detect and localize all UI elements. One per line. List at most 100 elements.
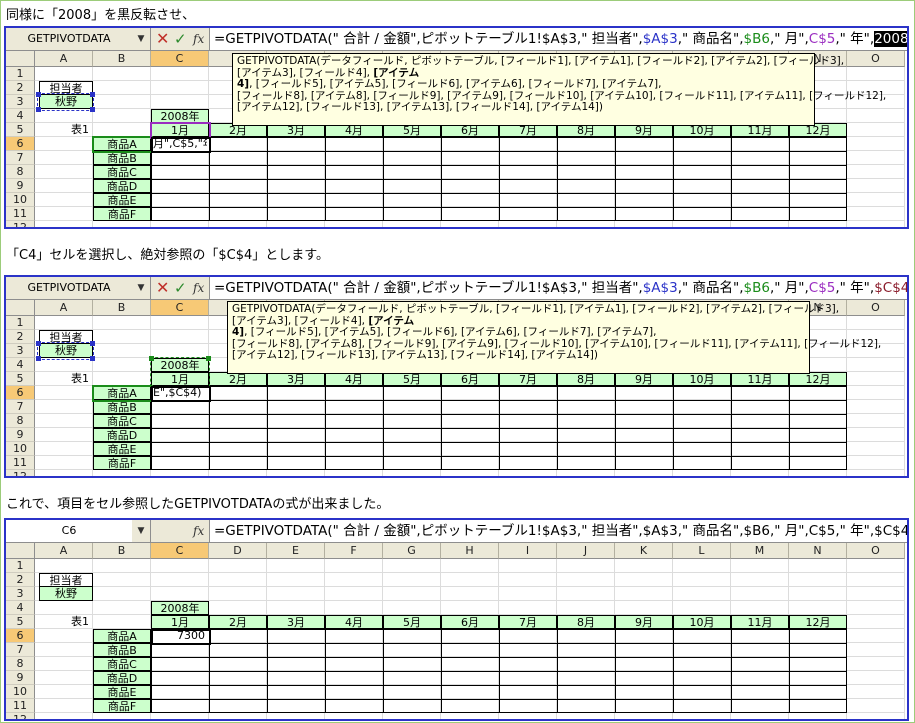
- row-header-2[interactable]: 2: [6, 81, 35, 95]
- month-header-cell[interactable]: 9月: [615, 372, 673, 386]
- product-row-header[interactable]: 商品E: [93, 442, 151, 456]
- product-row-header[interactable]: 商品E: [93, 193, 151, 207]
- range-handle[interactable]: [206, 356, 211, 361]
- product-row-header[interactable]: 商品B: [93, 151, 151, 165]
- row-header-6[interactable]: 6: [6, 629, 35, 643]
- column-header-a[interactable]: A: [35, 51, 93, 67]
- row-header-5[interactable]: 5: [6, 615, 35, 629]
- row-header-7[interactable]: 7: [6, 151, 35, 165]
- month-header-cell[interactable]: 1月: [151, 615, 209, 629]
- month-header-cell[interactable]: 3月: [267, 615, 325, 629]
- row-header-3[interactable]: 3: [6, 95, 35, 109]
- column-header-e[interactable]: E: [267, 543, 325, 559]
- column-header-a[interactable]: A: [35, 543, 93, 559]
- column-header-c[interactable]: C: [151, 51, 209, 67]
- column-header-d[interactable]: D: [209, 543, 267, 559]
- product-row-header[interactable]: 商品E: [93, 685, 151, 699]
- product-row-header[interactable]: 商品B: [93, 400, 151, 414]
- month-header-cell[interactable]: 7月: [499, 372, 557, 386]
- cell-value[interactable]: 7300: [151, 629, 207, 643]
- month-header-cell[interactable]: 6月: [441, 615, 499, 629]
- product-row-header[interactable]: 商品D: [93, 179, 151, 193]
- row-header-1[interactable]: 1: [6, 559, 35, 573]
- month-header-cell[interactable]: 3月: [267, 372, 325, 386]
- row-header-8[interactable]: 8: [6, 657, 35, 671]
- select-all-corner[interactable]: [6, 300, 35, 316]
- row-header-6[interactable]: 6: [6, 137, 35, 151]
- month-header-cell[interactable]: 11月: [731, 372, 789, 386]
- product-row-header[interactable]: 商品F: [93, 699, 151, 713]
- month-header-cell[interactable]: 2月: [209, 615, 267, 629]
- column-header-j[interactable]: J: [557, 543, 615, 559]
- name-box-dropdown-icon[interactable]: ▼: [132, 277, 151, 299]
- product-row-header[interactable]: 商品F: [93, 456, 151, 470]
- month-header-cell[interactable]: 5月: [383, 615, 441, 629]
- row-header-7[interactable]: 7: [6, 643, 35, 657]
- row-header-11[interactable]: 11: [6, 699, 35, 713]
- cell-edit-text[interactable]: 月",C$5,"年",: [153, 137, 207, 150]
- month-header-cell[interactable]: 11月: [731, 615, 789, 629]
- formula-input[interactable]: =GETPIVOTDATA(" 合計 / 金額",ピボットテーブル1!$A$3,…: [214, 277, 907, 299]
- row-header-11[interactable]: 11: [6, 207, 35, 221]
- row-header-11[interactable]: 11: [6, 456, 35, 470]
- filter-label-cell[interactable]: 担当者: [39, 573, 93, 587]
- row-header-4[interactable]: 4: [6, 601, 35, 615]
- month-header-cell[interactable]: 8月: [557, 615, 615, 629]
- row-header-4[interactable]: 4: [6, 358, 35, 372]
- column-header-i[interactable]: I: [499, 543, 557, 559]
- column-header-b[interactable]: B: [93, 300, 151, 316]
- month-header-cell[interactable]: 10月: [673, 615, 731, 629]
- row-header-5[interactable]: 5: [6, 123, 35, 137]
- month-header-cell[interactable]: 12月: [789, 615, 847, 629]
- month-header-cell[interactable]: 5月: [383, 372, 441, 386]
- range-handle[interactable]: [90, 107, 95, 112]
- insert-function-icon[interactable]: fx: [193, 277, 204, 299]
- range-handle[interactable]: [36, 341, 41, 346]
- range-handle[interactable]: [36, 107, 41, 112]
- row-header-3[interactable]: 3: [6, 344, 35, 358]
- column-header-o[interactable]: O: [847, 543, 905, 559]
- column-header-h[interactable]: H: [441, 543, 499, 559]
- product-row-header[interactable]: 商品A: [93, 629, 151, 643]
- row-header-10[interactable]: 10: [6, 442, 35, 456]
- row-header-12[interactable]: 12: [6, 221, 35, 227]
- month-header-cell[interactable]: 6月: [441, 372, 499, 386]
- range-handle[interactable]: [90, 92, 95, 97]
- row-header-1[interactable]: 1: [6, 316, 35, 330]
- column-header-k[interactable]: K: [615, 543, 673, 559]
- range-handle[interactable]: [36, 356, 41, 361]
- month-header-cell[interactable]: 7月: [499, 615, 557, 629]
- filter-value-cell[interactable]: 秋野: [39, 586, 93, 601]
- product-row-header[interactable]: 商品D: [93, 428, 151, 442]
- formula-input[interactable]: =GETPIVOTDATA(" 合計 / 金額",ピボットテーブル1!$A$3,…: [214, 520, 907, 542]
- product-row-header[interactable]: 商品B: [93, 643, 151, 657]
- row-header-6[interactable]: 6: [6, 386, 35, 400]
- column-header-g[interactable]: G: [383, 543, 441, 559]
- row-header-2[interactable]: 2: [6, 573, 35, 587]
- month-header-cell[interactable]: 10月: [673, 372, 731, 386]
- cell-edit-text[interactable]: E",$C$4): [153, 386, 207, 399]
- range-handle[interactable]: [90, 356, 95, 361]
- row-header-1[interactable]: 1: [6, 67, 35, 81]
- row-header-9[interactable]: 9: [6, 179, 35, 193]
- cancel-icon[interactable]: ✕: [156, 277, 169, 299]
- row-header-12[interactable]: 12: [6, 470, 35, 476]
- column-header-b[interactable]: B: [93, 51, 151, 67]
- name-box[interactable]: GETPIVOTDATA: [6, 277, 133, 299]
- column-header-o[interactable]: O: [847, 300, 905, 316]
- row-header-7[interactable]: 7: [6, 400, 35, 414]
- range-handle[interactable]: [149, 356, 154, 361]
- formula-input[interactable]: =GETPIVOTDATA(" 合計 / 金額",ピボットテーブル1!$A$3,…: [214, 28, 907, 50]
- row-header-9[interactable]: 9: [6, 428, 35, 442]
- name-box-dropdown-icon[interactable]: ▼: [132, 520, 151, 542]
- month-header-cell[interactable]: 2月: [209, 372, 267, 386]
- column-header-n[interactable]: N: [789, 543, 847, 559]
- row-header-5[interactable]: 5: [6, 372, 35, 386]
- range-handle[interactable]: [36, 92, 41, 97]
- row-header-10[interactable]: 10: [6, 685, 35, 699]
- row-header-4[interactable]: 4: [6, 109, 35, 123]
- month-header-cell[interactable]: 12月: [789, 372, 847, 386]
- month-header-cell[interactable]: 4月: [325, 615, 383, 629]
- column-header-l[interactable]: L: [673, 543, 731, 559]
- row-header-9[interactable]: 9: [6, 671, 35, 685]
